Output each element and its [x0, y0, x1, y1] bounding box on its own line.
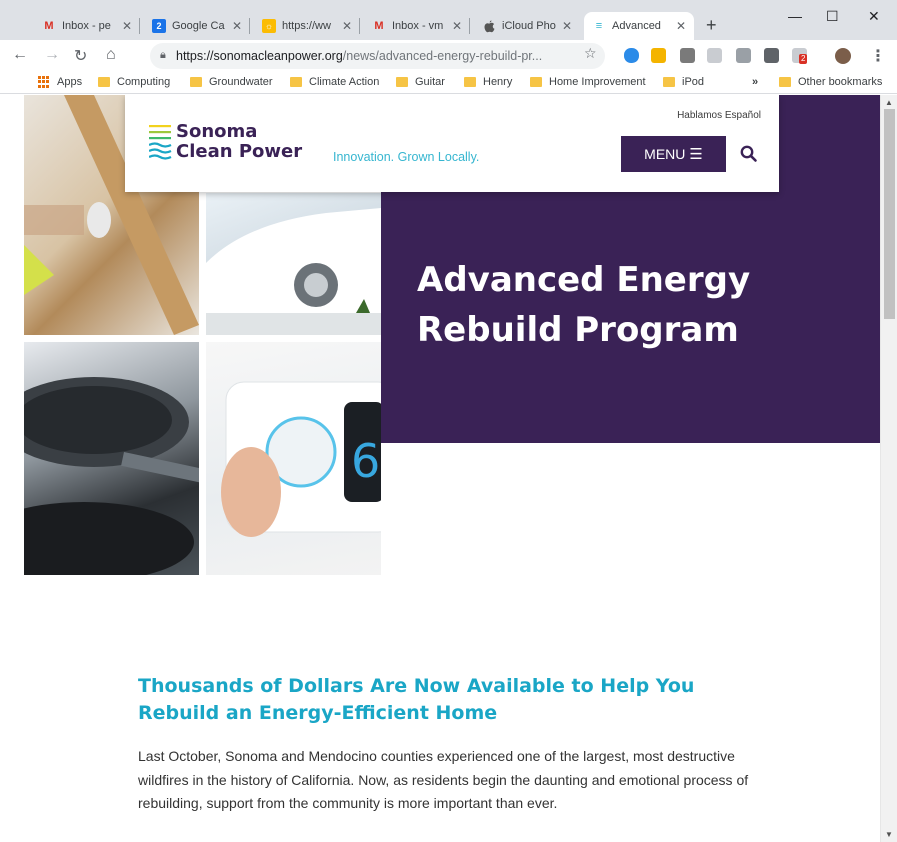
folder-icon: [464, 77, 476, 87]
close-icon[interactable]: ✕: [452, 19, 462, 33]
tab-inbox-pe[interactable]: M Inbox - pe ✕: [34, 12, 140, 40]
close-window-icon[interactable]: ✕: [868, 8, 880, 25]
logo-wordmark[interactable]: Sonoma Clean Power: [176, 122, 302, 162]
folder-icon: [290, 77, 302, 87]
menu-label: MENU: [644, 146, 686, 162]
scroll-down-icon[interactable]: ▼: [885, 830, 893, 839]
scroll-up-icon[interactable]: ▲: [885, 98, 893, 107]
hamburger-icon: ☰: [689, 146, 703, 163]
article-paragraph: Last October, Sonoma and Mendocino count…: [138, 748, 749, 811]
tab-title: https://ww: [282, 20, 331, 32]
site-header: Sonoma Clean Power Innovation. Grown Loc…: [125, 95, 779, 192]
tagline: Innovation. Grown Locally.: [333, 150, 480, 164]
logo-line-1: Sonoma: [176, 121, 258, 142]
camera-extension-icon[interactable]: [764, 48, 779, 63]
close-icon[interactable]: ✕: [232, 19, 242, 33]
tab-advanced-active[interactable]: ≡ Advanced ✕: [584, 12, 694, 40]
page-viewport: 66 Advanced Energy Rebuild Program Sonom…: [24, 95, 880, 842]
menu-button[interactable]: MENU ☰: [621, 136, 726, 172]
tab-inbox-vm[interactable]: M Inbox - vm ✕: [364, 12, 470, 40]
article-subhead: Thousands of Dollars Are Now Available t…: [138, 675, 695, 724]
folder-icon: [190, 77, 202, 87]
close-icon[interactable]: ✕: [676, 19, 686, 33]
puzzle-extension-icon[interactable]: 2: [792, 48, 808, 64]
bookmarks-overflow-button[interactable]: »: [752, 76, 758, 88]
bookmarks-bar: Apps Computing Groundwater Climate Actio…: [0, 72, 897, 94]
bookmark-home-improvement[interactable]: Home Improvement: [530, 76, 646, 88]
url-host: https://sonomacleanpower.org: [176, 49, 343, 63]
kebab-menu-icon[interactable]: ⋮: [870, 46, 886, 66]
gmail-icon: M: [44, 20, 54, 32]
bookmark-star-icon[interactable]: ☆: [584, 45, 597, 62]
hero-photo-thermostat: 66: [206, 342, 381, 575]
page-scrollbar[interactable]: ▲ ▼: [880, 95, 897, 842]
tab-icloud-photos[interactable]: iCloud Pho ✕: [474, 12, 580, 40]
tab-title: Inbox - vm: [392, 20, 444, 32]
home-icon[interactable]: ⌂: [106, 46, 116, 64]
address-bar[interactable]: 🔒︎ https://sonomacleanpower.org/news/adv…: [150, 43, 605, 69]
bookmark-other-bookmarks[interactable]: Other bookmarks: [779, 76, 882, 88]
back-arrow-icon[interactable]: ←: [12, 46, 28, 64]
close-icon[interactable]: ✕: [342, 19, 352, 33]
browser-window: M Inbox - pe ✕ 2 Google Ca ✕ ☼ https://w…: [0, 0, 897, 842]
tab-title: Inbox - pe: [62, 20, 111, 32]
lock-icon: 🔒︎: [160, 49, 166, 61]
cloud-extension-icon[interactable]: [624, 48, 639, 63]
folder-icon: [779, 77, 791, 87]
tab-title: Google Ca: [172, 20, 225, 32]
profile-avatar[interactable]: [835, 48, 851, 64]
minimize-icon[interactable]: —: [788, 8, 802, 24]
logo-line-2: Clean Power: [176, 141, 303, 162]
tab-title: iCloud Pho: [502, 20, 556, 32]
close-icon[interactable]: ✕: [122, 19, 132, 33]
tab-google-calendar[interactable]: 2 Google Ca ✕: [144, 12, 250, 40]
bookmark-ipod[interactable]: iPod: [663, 76, 704, 88]
forward-arrow-icon[interactable]: →: [44, 46, 60, 64]
thermostat-digits: 66: [351, 434, 381, 488]
tab-title: Advanced: [612, 20, 661, 32]
search-icon[interactable]: [739, 144, 759, 164]
extension-badge: 2: [799, 54, 808, 64]
sonoma-clean-power-logo-icon[interactable]: [149, 123, 173, 161]
hero-photo-electric-car: [206, 193, 381, 335]
bookmark-groundwater[interactable]: Groundwater: [190, 76, 273, 88]
bookmark-apps[interactable]: Apps: [38, 76, 82, 88]
url-path: /news/advanced-energy-rebuild-pr...: [342, 49, 543, 63]
bookmark-guitar[interactable]: Guitar: [396, 76, 445, 88]
folder-icon: [530, 77, 542, 87]
hero-title: Advanced Energy Rebuild Program: [417, 260, 751, 350]
reload-icon[interactable]: ↻: [74, 46, 87, 66]
password-extension-icon[interactable]: [651, 48, 666, 63]
apps-grid-icon: [38, 76, 50, 88]
browser-toolbar: ← → ↻ ⌂ 🔒︎ https://sonomacleanpower.org /…: [0, 40, 897, 72]
dropbox-extension-icon[interactable]: [707, 48, 722, 63]
eraser-extension-icon[interactable]: [736, 48, 751, 63]
apple-icon: [482, 19, 496, 33]
tab-strip: M Inbox - pe ✕ 2 Google Ca ✕ ☼ https://w…: [0, 0, 897, 40]
scrollbar-thumb[interactable]: [884, 109, 895, 319]
bookmark-climate-action[interactable]: Climate Action: [290, 76, 379, 88]
folder-icon: [663, 77, 675, 87]
tab-https-page[interactable]: ☼ https://ww ✕: [254, 12, 360, 40]
s-extension-icon[interactable]: [680, 48, 695, 63]
scp-icon: ≡: [595, 20, 603, 32]
maximize-icon[interactable]: ☐: [826, 8, 839, 25]
bookmark-computing[interactable]: Computing: [98, 76, 170, 88]
hero-photo-induction-pan: [24, 342, 199, 575]
folder-icon: [396, 77, 408, 87]
new-tab-button[interactable]: +: [706, 15, 717, 36]
bookmark-henry[interactable]: Henry: [464, 76, 512, 88]
close-icon[interactable]: ✕: [562, 19, 572, 33]
page-icon: ☼: [262, 19, 276, 33]
language-link[interactable]: Hablamos Español: [677, 110, 761, 121]
calendar-icon: 2: [152, 19, 166, 33]
gmail-icon: M: [374, 20, 384, 32]
folder-icon: [98, 77, 110, 87]
